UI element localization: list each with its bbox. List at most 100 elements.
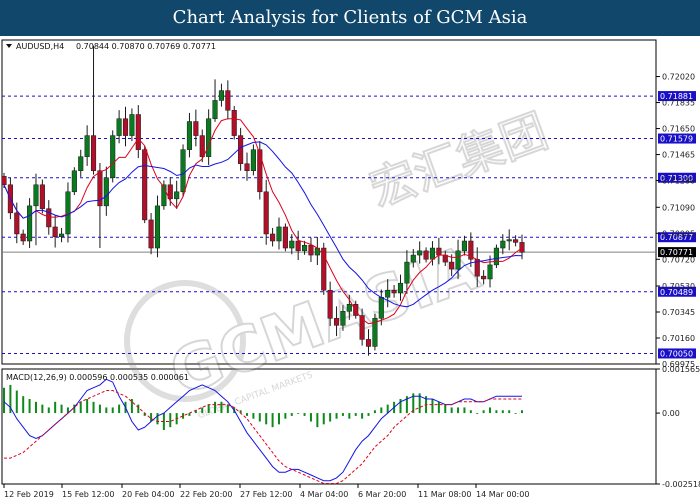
macd-histogram-bar xyxy=(450,407,453,414)
macd-histogram-bar xyxy=(41,404,44,414)
candle-body xyxy=(27,205,33,242)
time-tick-label: 27 Feb 12:00 xyxy=(240,490,292,499)
candle-body xyxy=(276,226,282,242)
candle-body xyxy=(391,289,397,294)
price-tick-label: 0.70905 xyxy=(662,229,695,238)
candle-body xyxy=(20,233,26,242)
trading-chart: GCMASIA 宏汇集团 GLOBAL CAPITAL MARKETS 0.71… xyxy=(0,36,700,500)
candle-body xyxy=(122,118,129,136)
macd-histogram-bar xyxy=(47,407,50,414)
time-tick-label: 20 Feb 04:00 xyxy=(122,490,174,499)
time-tick-label: 12 Feb 2019 xyxy=(4,490,54,499)
macd-histogram-bar xyxy=(15,390,18,414)
macd-histogram-bar xyxy=(335,413,338,419)
macd-histogram-bar xyxy=(309,413,312,422)
candle-body xyxy=(199,135,205,157)
candle-body xyxy=(455,250,461,270)
macd-histogram-bar xyxy=(469,410,472,414)
candle-body xyxy=(417,250,423,256)
candle-body xyxy=(129,114,135,136)
time-tick-label: 11 Mar 08:00 xyxy=(418,490,471,499)
macd-histogram-bar xyxy=(348,413,351,419)
candle-body xyxy=(103,177,109,207)
macd-histogram-bar xyxy=(3,387,5,414)
macd-histogram-bar xyxy=(98,404,101,414)
macd-histogram-bar xyxy=(258,413,261,422)
price-tick-label: 0.71835 xyxy=(662,99,695,108)
candle-body xyxy=(365,339,372,347)
macd-histogram-bar xyxy=(54,401,57,414)
price-tick-label: 0.71280 xyxy=(662,177,695,186)
candle-body xyxy=(404,261,410,284)
macd-label: MACD(12,26,9) 0.000596 0.000535 0.000061 xyxy=(6,373,189,382)
candle-body xyxy=(487,264,493,280)
candle-body xyxy=(135,114,141,150)
macd-histogram-bar xyxy=(482,410,485,414)
macd-histogram-bar xyxy=(457,407,460,414)
macd-histogram-bar xyxy=(367,413,370,416)
candle-body xyxy=(397,282,404,294)
macd-histogram-bar xyxy=(118,404,121,414)
level-label: 0.71579 xyxy=(660,135,693,144)
macd-histogram-bar xyxy=(207,404,210,414)
macd-histogram-bar xyxy=(341,413,344,416)
macd-histogram-bar xyxy=(28,398,31,414)
candle-body xyxy=(154,205,161,249)
macd-histogram-bar xyxy=(290,413,293,416)
macd-histogram-bar xyxy=(514,413,517,414)
candle-body xyxy=(308,244,314,256)
candle-body xyxy=(174,191,180,200)
macd-histogram-bar xyxy=(501,410,504,414)
time-tick-label: 6 Mar 20:00 xyxy=(358,490,406,499)
chart-header: Chart Analysis for Clients of GCM Asia xyxy=(0,0,700,36)
candle-body xyxy=(423,250,429,260)
candle-body xyxy=(295,240,301,252)
macd-histogram-bar xyxy=(322,413,325,425)
time-tick-label: 14 Mar 00:00 xyxy=(476,490,529,499)
candle-body xyxy=(84,135,90,157)
candle-body xyxy=(90,135,97,171)
candle-body xyxy=(206,118,212,157)
candle-body xyxy=(263,191,269,235)
macd-histogram-bar xyxy=(508,410,511,414)
price-tick-label: 0.70160 xyxy=(662,334,695,343)
candle-body xyxy=(59,233,65,238)
macd-histogram-bar xyxy=(246,413,249,416)
macd-tick-label: 0.001565 xyxy=(662,365,700,374)
candle-body xyxy=(500,240,506,249)
price-tick-label: 0.71465 xyxy=(662,151,695,160)
candle-body xyxy=(14,212,20,235)
candle-body xyxy=(148,219,154,249)
macd-histogram-bar xyxy=(521,410,523,414)
candle-body xyxy=(340,311,346,326)
candle-body xyxy=(436,247,442,256)
candle-body xyxy=(346,304,352,312)
macd-histogram-bar xyxy=(297,413,300,414)
price-tick-label: 0.70345 xyxy=(662,308,695,317)
candle-body xyxy=(289,240,295,249)
macd-histogram-bar xyxy=(277,413,280,425)
macd-histogram-bar xyxy=(284,413,287,419)
macd-histogram-bar xyxy=(489,407,492,414)
candle-body xyxy=(429,247,436,260)
macd-histogram-bar xyxy=(137,404,140,414)
macd-histogram-bar xyxy=(201,407,204,414)
candle-body xyxy=(71,170,77,193)
macd-histogram-bar xyxy=(60,404,63,414)
macd-histogram-bar xyxy=(476,413,479,414)
candle-body xyxy=(33,184,39,207)
candle-body xyxy=(333,318,340,326)
macd-histogram-bar xyxy=(79,401,82,414)
symbol-label: AUDUSD,H4 xyxy=(16,42,64,51)
chart-header-title: Chart Analysis for Clients of GCM Asia xyxy=(172,7,528,28)
candle-body xyxy=(116,118,122,136)
candle-body xyxy=(461,240,467,252)
candle-body xyxy=(142,149,148,221)
time-tick-label: 15 Feb 12:00 xyxy=(62,490,114,499)
macd-histogram-bar xyxy=(226,404,229,414)
macd-histogram-bar xyxy=(169,413,172,428)
macd-histogram-bar xyxy=(380,407,383,414)
candle-body xyxy=(52,226,58,238)
macd-histogram-bar xyxy=(220,401,223,414)
macd-tick-label: 0.00 xyxy=(662,409,680,418)
